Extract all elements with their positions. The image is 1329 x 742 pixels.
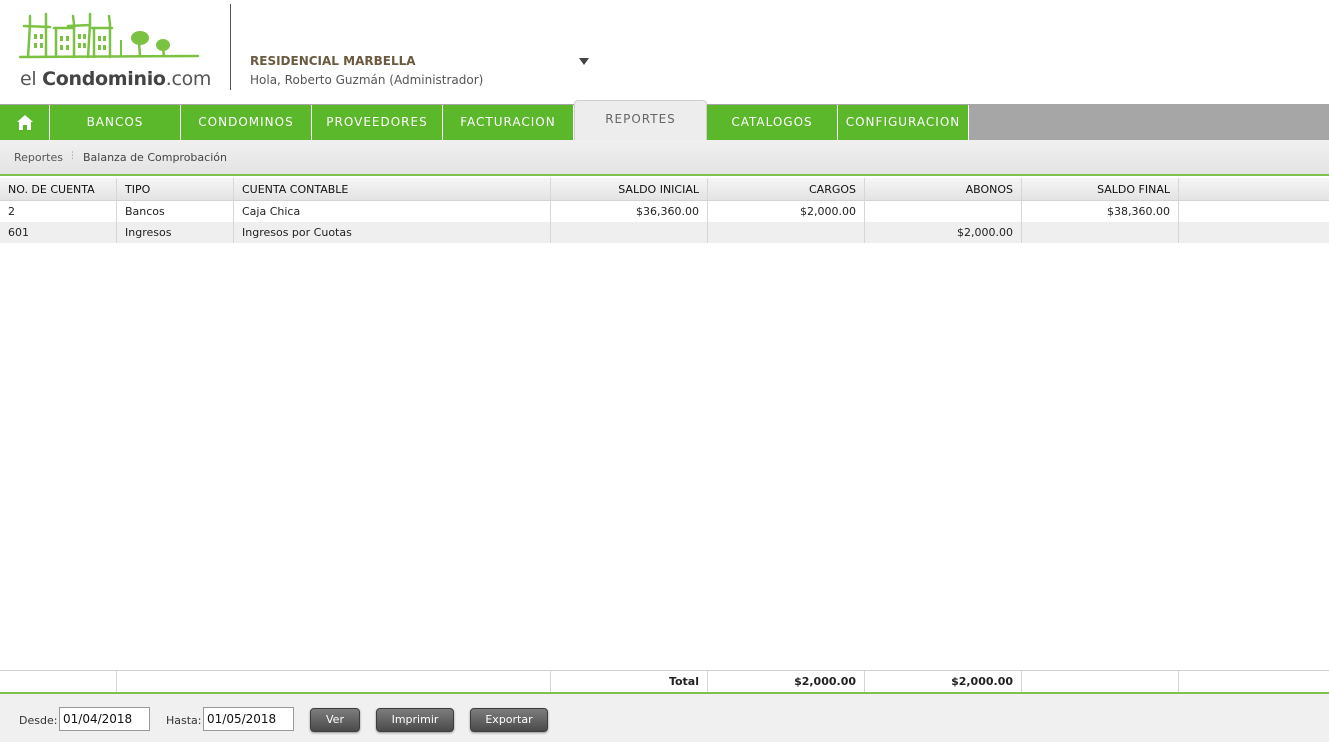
logo-prefix: el	[20, 68, 43, 90]
nav-proveedores[interactable]: PROVEEDORES	[312, 105, 443, 140]
logo-suffix: .com	[165, 68, 212, 90]
nav-configuracion[interactable]: CONFIGURACION	[838, 105, 969, 140]
exportar-button[interactable]: Exportar	[470, 708, 548, 732]
logo-brand: Condominio	[42, 68, 166, 90]
col-tipo[interactable]: TIPO	[117, 178, 234, 200]
col-no-cuenta[interactable]: NO. DE CUENTA	[0, 178, 117, 200]
desde-date-input[interactable]	[59, 707, 150, 731]
user-greeting: Hola, Roberto Guzmán (Administrador)	[250, 73, 484, 87]
total-cell-empty	[1179, 671, 1329, 692]
desde-label: Desde:	[19, 714, 58, 727]
home-icon	[17, 115, 33, 130]
cell-cargos: $2,000.00	[708, 201, 865, 222]
nav-condominos[interactable]: CONDOMINOS	[181, 105, 312, 140]
cell-empty	[1179, 222, 1329, 243]
residence-dropdown-icon[interactable]	[578, 57, 590, 67]
cell-cargos	[708, 222, 865, 243]
table-header: NO. DE CUENTA TIPO CUENTA CONTABLE SALDO…	[0, 178, 1329, 201]
cell-no-cuenta: 601	[0, 222, 117, 243]
total-label: Total	[551, 671, 708, 692]
cell-saldo-inicial: $36,360.00	[551, 201, 708, 222]
total-cell-empty	[117, 671, 551, 692]
breadcrumb: Reportes ⋮ Balanza de Comprobación	[0, 140, 1329, 176]
cell-saldo-inicial	[551, 222, 708, 243]
cell-no-cuenta: 2	[0, 201, 117, 222]
col-cargos[interactable]: CARGOS	[708, 178, 865, 200]
header-divider	[230, 4, 231, 90]
cell-tipo: Ingresos	[117, 222, 234, 243]
table-total-row: Total $2,000.00 $2,000.00	[0, 670, 1329, 692]
total-saldo-final	[1022, 671, 1179, 692]
cell-saldo-final	[1022, 222, 1179, 243]
col-abonos[interactable]: ABONOS	[865, 178, 1022, 200]
cell-empty	[1179, 201, 1329, 222]
table-row[interactable]: 601 Ingresos Ingresos por Cuotas $2,000.…	[0, 222, 1329, 243]
main-nav: BANCOS CONDOMINOS PROVEEDORES FACTURACIO…	[0, 100, 1329, 140]
cell-saldo-final: $38,360.00	[1022, 201, 1179, 222]
col-empty	[1179, 178, 1329, 200]
table-row[interactable]: 2 Bancos Caja Chica $36,360.00 $2,000.00…	[0, 201, 1329, 222]
breadcrumb-separator-icon: ⋮	[68, 151, 77, 161]
col-cuenta-contable[interactable]: CUENTA CONTABLE	[234, 178, 551, 200]
imprimir-button[interactable]: Imprimir	[376, 708, 454, 732]
nav-catalogos[interactable]: CATALOGOS	[707, 105, 838, 140]
residence-name: RESIDENCIAL MARBELLA	[250, 54, 416, 68]
col-saldo-final[interactable]: SALDO FINAL	[1022, 178, 1179, 200]
ver-button[interactable]: Ver	[310, 708, 360, 732]
nav-facturacion[interactable]: FACTURACION	[443, 105, 574, 140]
cell-cuenta-contable: Ingresos por Cuotas	[234, 222, 551, 243]
cell-abonos: $2,000.00	[865, 222, 1022, 243]
col-saldo-inicial[interactable]: SALDO INICIAL	[551, 178, 708, 200]
app-header: el Condominio.com RESIDENCIAL MARBELLA H…	[0, 0, 1329, 104]
total-cargos: $2,000.00	[708, 671, 865, 692]
breadcrumb-reportes[interactable]: Reportes	[14, 151, 63, 164]
total-abonos: $2,000.00	[865, 671, 1022, 692]
nav-reportes[interactable]: REPORTES	[574, 100, 707, 140]
total-cell-empty	[0, 671, 117, 692]
hasta-label: Hasta:	[166, 714, 202, 727]
logo-wordmark: el Condominio.com	[20, 68, 211, 90]
breadcrumb-current: Balanza de Comprobación	[83, 151, 227, 164]
hasta-date-input[interactable]	[203, 707, 294, 731]
cell-cuenta-contable: Caja Chica	[234, 201, 551, 222]
filter-bar: Desde: Hasta: Ver Imprimir Exportar	[0, 692, 1329, 742]
nav-home[interactable]	[0, 105, 50, 140]
cell-abonos	[865, 201, 1022, 222]
nav-bancos[interactable]: BANCOS	[50, 105, 181, 140]
cell-tipo: Bancos	[117, 201, 234, 222]
